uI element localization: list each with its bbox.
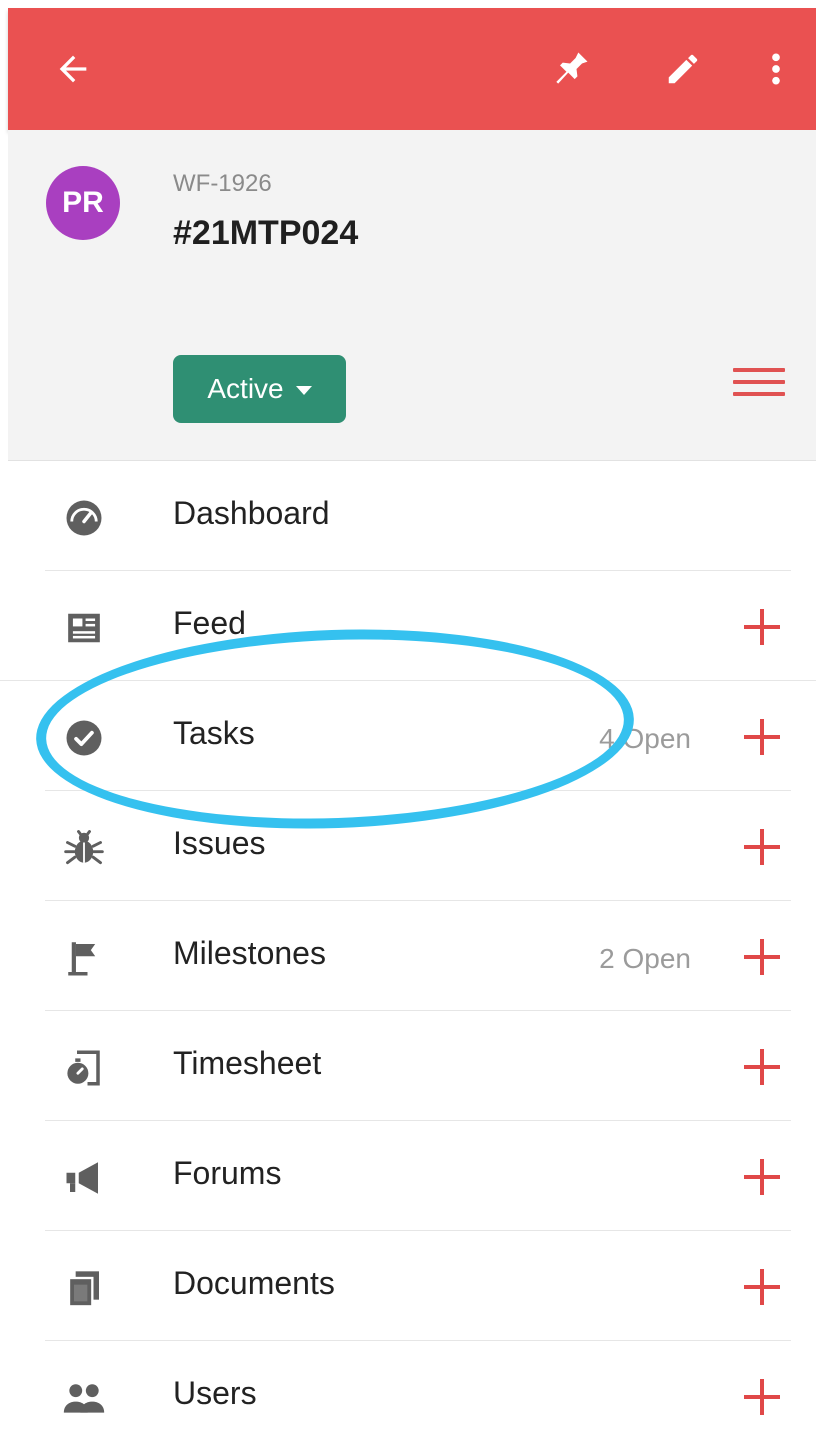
pin-icon: [556, 52, 588, 84]
pin-button[interactable]: [536, 8, 606, 130]
list-item-dashboard[interactable]: Dashboard: [0, 461, 816, 571]
list-item-label: Forums: [173, 1155, 282, 1191]
list-item-label: Issues: [173, 825, 266, 861]
back-arrow-icon: [59, 55, 87, 83]
megaphone-icon: [60, 1154, 108, 1202]
add-issue-button[interactable]: [742, 827, 782, 867]
timer-icon: [60, 1044, 108, 1092]
list-item-label: Documents: [173, 1265, 335, 1301]
users-icon: [60, 1374, 108, 1422]
list-item-label: Feed: [173, 605, 246, 641]
list-item-milestones[interactable]: Milestones 2 Open: [0, 901, 816, 1011]
project-header: PR WF-1926 #21MTP024 Active: [8, 130, 816, 461]
speedometer-icon: [60, 494, 108, 542]
hamburger-icon-line: [733, 380, 785, 384]
list-item-documents[interactable]: Documents: [0, 1231, 816, 1341]
page-title: #21MTP024: [173, 214, 359, 252]
more-vertical-icon: [772, 53, 780, 85]
list-item-label: Tasks: [173, 715, 255, 751]
bug-icon: [60, 824, 108, 872]
module-list: Dashboard Feed Tasks 4 Open Issues Miles…: [0, 461, 816, 1451]
list-item-label: Users: [173, 1375, 257, 1411]
back-button[interactable]: [38, 8, 108, 130]
list-item-label: Timesheet: [173, 1045, 322, 1081]
caret-down-icon: [295, 386, 312, 395]
add-forum-button[interactable]: [742, 1157, 782, 1197]
list-item-forums[interactable]: Forums: [0, 1121, 816, 1231]
open-count: 4 Open: [599, 723, 691, 754]
add-timesheet-button[interactable]: [742, 1047, 782, 1087]
flag-icon: [60, 934, 108, 982]
project-code: WF-1926: [173, 170, 272, 197]
pencil-icon: [668, 54, 698, 84]
list-item-users[interactable]: Users: [0, 1341, 816, 1451]
list-item-issues[interactable]: Issues: [0, 791, 816, 901]
list-item-label: Dashboard: [173, 495, 330, 531]
newspaper-icon: [60, 604, 108, 652]
avatar[interactable]: PR: [46, 166, 120, 240]
list-item-timesheet[interactable]: Timesheet: [0, 1011, 816, 1121]
status-label: Active: [207, 373, 284, 404]
add-document-button[interactable]: [742, 1267, 782, 1307]
add-milestone-button[interactable]: [742, 937, 782, 977]
app-bar: [8, 8, 816, 130]
hamburger-menu-button[interactable]: [733, 368, 785, 408]
list-item-tasks[interactable]: Tasks 4 Open: [0, 681, 816, 791]
add-user-button[interactable]: [742, 1377, 782, 1417]
status-dropdown[interactable]: Active: [173, 355, 346, 423]
list-item-feed[interactable]: Feed: [0, 571, 816, 681]
hamburger-icon: [733, 368, 785, 372]
add-feed-button[interactable]: [742, 607, 782, 647]
list-item-label: Milestones: [173, 935, 326, 971]
add-task-button[interactable]: [742, 717, 782, 757]
open-count: 2 Open: [599, 943, 691, 974]
edit-button[interactable]: [648, 8, 718, 130]
documents-icon: [60, 1264, 108, 1312]
check-circle-icon: [60, 714, 108, 762]
hamburger-icon-line: [733, 392, 785, 396]
more-options-button[interactable]: [741, 8, 811, 130]
